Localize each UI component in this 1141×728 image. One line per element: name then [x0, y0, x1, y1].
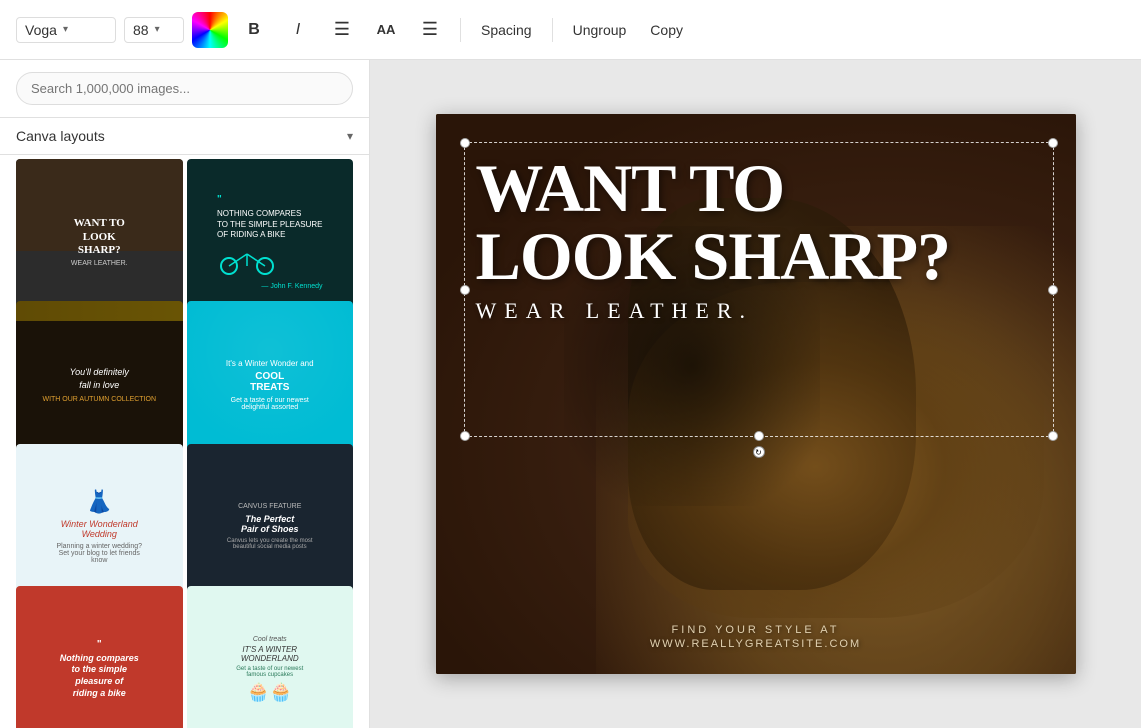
font-name-label: Voga [25, 22, 57, 38]
canvas-main-text: WANT TO LOOK SHARP? WEAR LEATHER. [476, 154, 1036, 324]
bold-button[interactable]: B [236, 12, 272, 48]
canvas-footer: FIND YOUR STYLE AT WWW.REALLYGREATSITE.C… [436, 624, 1076, 650]
template-7-text: Nothing comparesto the simplepleasure of… [60, 653, 139, 700]
canvas-footer-line1: FIND YOUR STYLE AT [436, 624, 1076, 636]
template-5-text: Winter WonderlandWedding [56, 519, 142, 539]
template-2-text: NOTHING COMPARESTO THE SIMPLE PLEASUREOF… [217, 209, 323, 240]
template-item-7[interactable]: " Nothing comparesto the simplepleasure … [16, 586, 183, 728]
main-area: Canva layouts ▾ WANT TOLOOKSHARP? WEAR L… [0, 60, 1141, 728]
template-3-sub: WITH OUR AUTUMN COLLECTION [42, 396, 156, 403]
font-selector[interactable]: Voga ▾ [16, 17, 116, 43]
layouts-label: Canva layouts [16, 128, 105, 144]
color-picker-button[interactable] [192, 12, 228, 48]
template-5-sub: Planning a winter wedding?Set your blog … [56, 543, 142, 564]
template-4-title: COOLTREATS [226, 371, 314, 393]
template-1-text: WANT TOLOOKSHARP? [71, 217, 128, 257]
italic-button[interactable]: I [280, 12, 316, 48]
toolbar-divider-2 [552, 18, 553, 42]
template-3-text: You'll definitelyfall in love [42, 366, 156, 391]
font-size-icon-button[interactable]: AA [368, 12, 404, 48]
canvas-frame[interactable]: ↻ WANT TO LOOK SHARP? WEAR LEATHER. FIND… [436, 114, 1076, 674]
spacing-button[interactable]: Spacing [473, 18, 540, 42]
template-item-4[interactable]: It's a Winter Wonder and COOLTREATS Get … [187, 301, 354, 468]
template-6-sub: CANVUS FEATURE [227, 503, 313, 510]
font-chevron-icon: ▾ [63, 24, 68, 35]
template-item-8[interactable]: Cool treats IT'S A WINTERWONDERLAND Get … [187, 586, 354, 728]
font-size-selector[interactable]: 88 ▾ [124, 17, 184, 43]
canvas-subheadline: WEAR LEATHER. [476, 298, 1036, 324]
align-button[interactable]: ☰ [324, 12, 360, 48]
search-bar [0, 60, 369, 118]
headline-line1: WANT TO [476, 154, 1036, 222]
canvas-area: ↻ WANT TO LOOK SHARP? WEAR LEATHER. FIND… [370, 60, 1141, 728]
canvas-footer-line2: WWW.REALLYGREATSITE.COM [436, 638, 1076, 650]
headline-line2: LOOK SHARP? [476, 222, 1036, 290]
layouts-chevron-icon: ▾ [347, 129, 353, 143]
size-chevron-icon: ▾ [155, 24, 160, 35]
sidebar: Canva layouts ▾ WANT TOLOOKSHARP? WEAR L… [0, 60, 370, 728]
template-6-text: The PerfectPair of Shoes [227, 514, 313, 534]
template-8-text: IT'S A WINTERWONDERLAND [236, 645, 303, 663]
font-size-label: 88 [133, 22, 149, 38]
template-4-sub: Get a taste of our newestdelightful asso… [226, 397, 314, 411]
layouts-header[interactable]: Canva layouts ▾ [0, 118, 369, 155]
toolbar: Voga ▾ 88 ▾ B I ☰ AA ☰ Spacing Ungroup C… [0, 0, 1141, 60]
toolbar-divider [460, 18, 461, 42]
copy-button[interactable]: Copy [642, 18, 691, 42]
template-item-3[interactable]: You'll definitelyfall in love WITH OUR A… [16, 301, 183, 468]
canvas-headline: WANT TO LOOK SHARP? [476, 154, 1036, 290]
search-input[interactable] [16, 72, 353, 105]
ungroup-button[interactable]: Ungroup [565, 18, 635, 42]
template-grid: WANT TOLOOKSHARP? WEAR LEATHER. FREE " N… [0, 155, 369, 728]
list-button[interactable]: ☰ [412, 12, 448, 48]
